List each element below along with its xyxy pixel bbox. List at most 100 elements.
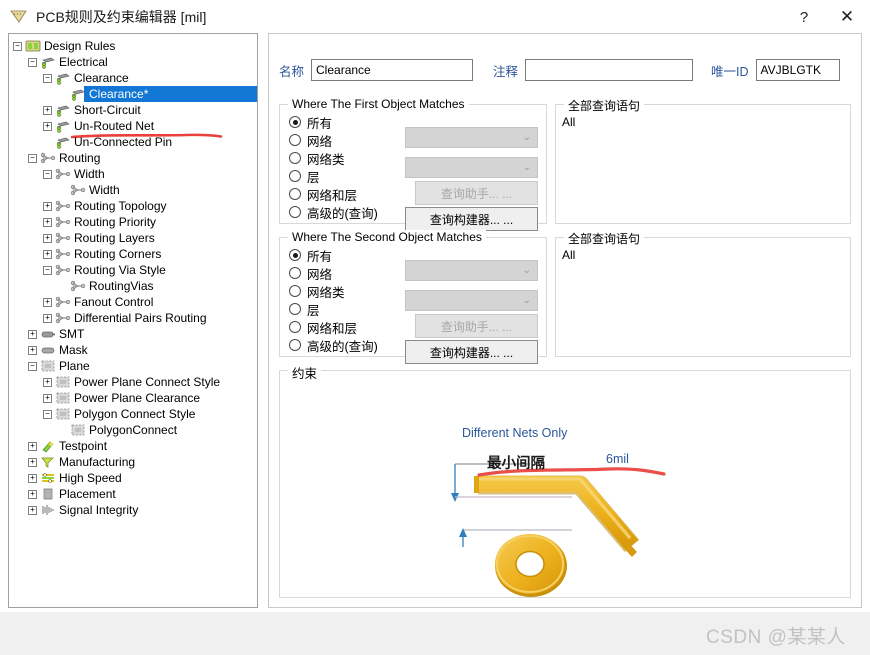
radio-second-netclass[interactable]: 网络类 (289, 282, 378, 300)
tree-item-testpoint[interactable]: + Testpoint (13, 438, 257, 454)
tree-item-label: Placement (59, 487, 116, 501)
expand-icon[interactable]: + (43, 249, 52, 259)
name-input[interactable]: Clearance (311, 59, 474, 81)
tree-item-smt[interactable]: + SMT (13, 326, 257, 342)
radio-first-advanced-query[interactable]: 高级的(查询) (289, 203, 378, 221)
expand-icon[interactable]: + (28, 473, 37, 483)
expand-icon[interactable]: + (43, 217, 52, 227)
second-query-text[interactable]: All (556, 244, 850, 266)
tree-item-power-plane-connect-style[interactable]: + Power Plane Connect Style (13, 374, 257, 390)
tree-item-high-speed[interactable]: + High Speed (13, 470, 257, 486)
design-rules-tree[interactable]: − Design Rules − Electrical − Clearance Cleara… (8, 33, 258, 608)
radio-first-all[interactable]: 所有 (289, 113, 378, 131)
close-icon[interactable]: ✕ (824, 0, 870, 34)
routing-icon (70, 279, 86, 293)
tree-item-fanout-control[interactable]: + Fanout Control (13, 294, 257, 310)
collapse-icon[interactable]: − (28, 153, 37, 163)
tree-item-un-connected-pin[interactable]: Un-Connected Pin (13, 134, 257, 150)
radio-first-netclass[interactable]: 网络类 (289, 149, 378, 167)
clearance-illustration (280, 371, 850, 597)
radio-first-layer[interactable]: 层 (289, 167, 378, 185)
second-netclass-combo[interactable]: ⌄ (405, 290, 538, 311)
radio-second-advanced-query[interactable]: 高级的(查询) (289, 336, 378, 354)
tree-item-plane[interactable]: − Plane (13, 358, 257, 374)
tree-item-routingvias[interactable]: RoutingVias (13, 278, 257, 294)
expand-icon[interactable]: + (43, 377, 52, 387)
collapse-icon[interactable]: − (43, 409, 52, 419)
tree-item-clearance[interactable]: Clearance* (13, 86, 257, 102)
expand-icon[interactable]: + (43, 105, 52, 115)
tree-item-routing-via-style[interactable]: − Routing Via Style (13, 262, 257, 278)
collapse-icon[interactable]: − (43, 73, 52, 83)
tree-item-polygon-connect-style[interactable]: − Polygon Connect Style (13, 406, 257, 422)
expand-icon[interactable]: + (28, 489, 37, 499)
chevron-down-icon: ⌄ (522, 132, 531, 143)
tree-item-mask[interactable]: + Mask (13, 342, 257, 358)
tree-item-placement[interactable]: + Placement (13, 486, 257, 502)
tree-item-signal-integrity[interactable]: + Signal Integrity (13, 502, 257, 518)
expand-icon[interactable]: + (28, 345, 37, 355)
chevron-down-icon: ⌄ (522, 295, 531, 306)
signal-icon (40, 503, 56, 517)
expand-icon[interactable]: + (28, 505, 37, 515)
expand-icon[interactable]: + (43, 297, 52, 307)
unique-id-input[interactable]: AVJBLGTK (755, 59, 840, 81)
comment-input[interactable] (525, 59, 694, 81)
first-query-helper-button[interactable]: 查询助手... ... (415, 181, 538, 205)
collapse-icon[interactable]: − (13, 41, 22, 51)
second-query-helper-button[interactable]: 查询助手... ... (415, 314, 538, 338)
radio-dot-icon (289, 188, 301, 200)
expand-icon[interactable]: + (28, 457, 37, 467)
tree-item-clearance[interactable]: − Clearance (13, 70, 257, 86)
tree-item-routing-priority[interactable]: + Routing Priority (13, 214, 257, 230)
tree-item-electrical[interactable]: − Electrical (13, 54, 257, 70)
second-net-combo[interactable]: ⌄ (405, 260, 538, 281)
tree-item-label: Routing Topology (74, 199, 167, 213)
chevron-down-icon: ⌄ (522, 162, 531, 173)
tree-item-design-rules[interactable]: − Design Rules (13, 38, 257, 54)
tree-item-routing[interactable]: − Routing (13, 150, 257, 166)
tree-item-un-routed-net[interactable]: + Un-Routed Net (13, 118, 257, 134)
expand-icon[interactable]: + (43, 121, 52, 131)
tree-item-polygonconnect[interactable]: PolygonConnect (13, 422, 257, 438)
second-query-builder-button[interactable]: 查询构建器... ... (405, 340, 538, 364)
tree-item-manufacturing[interactable]: + Manufacturing (13, 454, 257, 470)
collapse-icon[interactable]: − (28, 361, 37, 371)
expand-icon[interactable]: + (43, 393, 52, 403)
expand-icon[interactable]: + (43, 233, 52, 243)
tree-item-power-plane-clearance[interactable]: + Power Plane Clearance (13, 390, 257, 406)
help-button[interactable]: ? (784, 0, 824, 34)
mask-icon (40, 343, 56, 357)
tree-item-width[interactable]: − Width (13, 166, 257, 182)
footer-bar: 规则向导(R) (R)... 优先权(P) (P)... 确定 取消 应用 (0, 612, 870, 655)
first-query-text[interactable]: All (556, 111, 850, 133)
radio-second-net-and-layer[interactable]: 网络和层 (289, 318, 378, 336)
clearance-value-label[interactable]: 6mil (606, 452, 629, 466)
radio-second-net[interactable]: 网络 (289, 264, 378, 282)
tree-item-width[interactable]: Width (13, 182, 257, 198)
expand-icon[interactable]: + (28, 441, 37, 451)
collapse-icon[interactable]: − (43, 169, 52, 179)
rule-detail-pane: 名称 Clearance 注释 唯一ID AVJBLGTK Where The … (268, 33, 862, 608)
second-object-radios: 所有 网络 网络类 层 网络和层 高级的(查询) (289, 246, 378, 354)
tree-item-routing-layers[interactable]: + Routing Layers (13, 230, 257, 246)
tree-item-short-circuit[interactable]: + Short-Circuit (13, 102, 257, 118)
collapse-icon[interactable]: − (28, 57, 37, 67)
first-netclass-combo[interactable]: ⌄ (405, 157, 538, 178)
tree-item-differential-pairs-routing[interactable]: + Differential Pairs Routing (13, 310, 257, 326)
expand-icon[interactable]: + (43, 313, 52, 323)
radio-dot-icon (289, 206, 301, 218)
radio-second-all[interactable]: 所有 (289, 246, 378, 264)
radio-first-net-and-layer[interactable]: 网络和层 (289, 185, 378, 203)
first-net-combo[interactable]: ⌄ (405, 127, 538, 148)
tree-item-routing-corners[interactable]: + Routing Corners (13, 246, 257, 262)
radio-second-layer[interactable]: 层 (289, 300, 378, 318)
constraint-group: 约束 Different Nets Only 最小间隔 6mil (279, 363, 851, 598)
radio-first-net[interactable]: 网络 (289, 131, 378, 149)
expand-icon[interactable]: + (28, 329, 37, 339)
first-query-builder-button[interactable]: 查询构建器... ... (405, 207, 538, 231)
expand-icon[interactable]: + (43, 201, 52, 211)
tree-item-routing-topology[interactable]: + Routing Topology (13, 198, 257, 214)
collapse-icon[interactable]: − (43, 265, 52, 275)
first-query-group: 全部查询语句 All (555, 97, 851, 224)
